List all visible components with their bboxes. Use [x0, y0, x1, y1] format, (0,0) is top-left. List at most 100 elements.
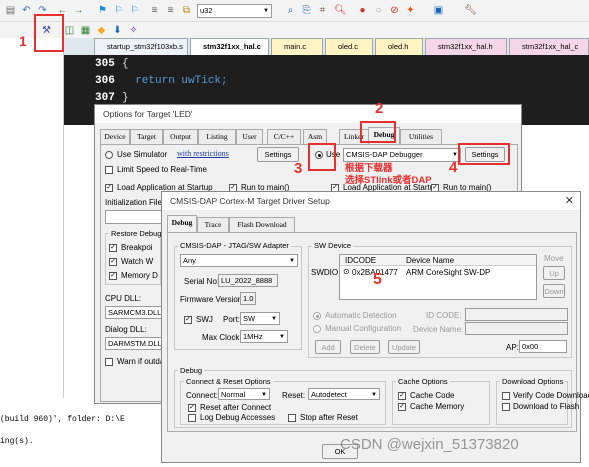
file-tab[interactable]: startup_stm32f103xb.s: [94, 38, 188, 55]
memory-checkbox[interactable]: ✓: [109, 272, 117, 280]
window-icon[interactable]: ▣: [432, 4, 445, 17]
download-flash-checkbox[interactable]: [502, 403, 510, 411]
file-tab[interactable]: oled.c: [325, 38, 373, 55]
tab-asm[interactable]: Asm: [303, 129, 327, 144]
file-tab-active[interactable]: stm32f1xx_hal.c: [190, 38, 269, 55]
tab-c-cpp[interactable]: C/C++: [267, 129, 301, 144]
init-file-input[interactable]: [105, 210, 165, 224]
warn-outdated-label: Warn if outda: [117, 357, 165, 366]
stop-after-reset-checkbox[interactable]: [288, 414, 296, 422]
delete-button[interactable]: Delete: [350, 340, 380, 354]
wrench-icon[interactable]: 🔧︎: [464, 4, 477, 17]
rebuild-icon[interactable]: ◆: [95, 24, 108, 37]
adapter-select-value: Any: [183, 256, 196, 265]
warn-outdated-checkbox[interactable]: [105, 358, 113, 366]
target-icon: ⧉: [182, 5, 191, 16]
add-button[interactable]: Add: [315, 340, 341, 354]
device-name-input[interactable]: [465, 322, 568, 335]
cpu-dll-label: CPU DLL:: [105, 294, 142, 303]
port-select[interactable]: SW ▼: [240, 312, 280, 325]
download-flash-label: Download to Flash: [513, 402, 580, 411]
manual-config-radio[interactable]: [313, 325, 321, 333]
ap-input[interactable]: 0x00: [519, 340, 567, 353]
line-number: 306: [95, 75, 115, 87]
undo-icon[interactable]: ↶: [20, 4, 33, 17]
magic-wand-icon[interactable]: ✧: [127, 24, 140, 37]
tab-device[interactable]: Device: [100, 129, 130, 144]
cpu-dll-input[interactable]: SARMCM3.DLL: [105, 306, 163, 319]
col-device-name: Device Name: [406, 256, 455, 265]
close-icon[interactable]: ✕: [565, 194, 574, 207]
device-table: IDCODE Device Name ⊙ 0x2BA01477 ARM Core…: [339, 254, 537, 300]
zoom-icon[interactable]: 🔍︎: [334, 4, 347, 17]
reset-after-connect-checkbox[interactable]: ✓: [188, 404, 196, 412]
file-tab[interactable]: stm32f1xx_hal_c: [509, 38, 589, 55]
file-tab[interactable]: oled.h: [375, 38, 423, 55]
dialog-title: Options for Target 'LED': [95, 105, 521, 123]
tab-utilities[interactable]: Utilities: [400, 129, 442, 144]
breakpoints-checkbox[interactable]: ✓: [109, 244, 117, 252]
build-icon[interactable]: ▦: [79, 24, 92, 37]
firmware-value: 1.0: [240, 292, 256, 305]
adapter-select[interactable]: Any ▼: [180, 254, 298, 267]
breakpoint-kill-icon[interactable]: ⊘: [388, 4, 401, 17]
tab-trace[interactable]: Trace: [197, 217, 229, 232]
bookmark-icon[interactable]: ⚑: [96, 4, 109, 17]
tab-target[interactable]: Target: [130, 129, 163, 144]
download-icon[interactable]: ⬇: [111, 24, 124, 37]
erase-icon[interactable]: ✦: [404, 4, 417, 17]
breakpoint-icon[interactable]: ●: [356, 4, 369, 17]
memory-label: Memory D: [121, 271, 158, 280]
tab-output[interactable]: Output: [163, 129, 198, 144]
find-icon[interactable]: ⌕: [284, 4, 297, 17]
cache-code-checkbox[interactable]: ✓: [398, 392, 406, 400]
find-in-files-icon[interactable]: ⎘: [300, 4, 313, 17]
table-row[interactable]: ⊙ 0x2BA01477 ARM CoreSight SW-DP: [340, 267, 536, 278]
forward-icon[interactable]: →: [72, 4, 85, 17]
reset-after-connect-label: Reset after Connect: [200, 403, 272, 412]
cache-memory-checkbox[interactable]: ✓: [398, 403, 406, 411]
cmsis-dap-dialog: CMSIS-DAP Cortex-M Target Driver Setup ✕…: [161, 191, 589, 463]
target-radio-icon: ⊙: [343, 267, 350, 276]
incremental-find-icon[interactable]: ⌗: [316, 4, 329, 17]
swj-checkbox[interactable]: ✓: [184, 316, 192, 324]
simulator-settings-button[interactable]: Settings: [257, 147, 299, 162]
up-button[interactable]: Up: [543, 266, 565, 280]
verify-code-checkbox[interactable]: [502, 392, 510, 400]
id-code-input[interactable]: [465, 308, 568, 321]
auto-detect-radio[interactable]: [313, 312, 321, 320]
use-simulator-radio[interactable]: [105, 151, 113, 159]
reset-select[interactable]: Autodetect ▼: [308, 388, 380, 400]
update-button[interactable]: Update: [388, 340, 420, 354]
dialog-dll-input[interactable]: DARMSTM.DLL: [105, 337, 163, 350]
translate-icon[interactable]: ◫: [63, 24, 76, 37]
reset-select-value: Autodetect: [311, 390, 347, 399]
highlight-box-use: [308, 143, 336, 171]
chevron-down-icon: ▼: [263, 8, 269, 14]
breakpoint-disable-icon[interactable]: ○: [372, 4, 385, 17]
dialog-title: CMSIS-DAP Cortex-M Target Driver Setup: [162, 192, 580, 210]
paste-icon[interactable]: ▤: [4, 4, 17, 17]
bookmark-next-icon[interactable]: ⚐: [128, 4, 141, 17]
tab-user[interactable]: User: [236, 129, 263, 144]
limit-speed-checkbox[interactable]: [105, 166, 113, 174]
outdent-icon[interactable]: ≡: [164, 4, 177, 17]
log-debug-checkbox[interactable]: [188, 414, 196, 422]
max-clock-select[interactable]: 1MHz ▼: [240, 330, 288, 343]
use-simulator-label: Use Simulator: [117, 150, 168, 159]
watch-checkbox[interactable]: ✓: [109, 258, 117, 266]
cache-memory-label: Cache Memory: [410, 402, 465, 411]
bookmark-prev-icon[interactable]: ⚐: [112, 4, 125, 17]
with-restrictions-link[interactable]: with restrictions: [177, 149, 229, 158]
tab-flash-download[interactable]: Flash Download: [229, 217, 295, 232]
tab-listing[interactable]: Listing: [198, 129, 236, 144]
indent-icon[interactable]: ≡: [148, 4, 161, 17]
down-button[interactable]: Down: [543, 284, 565, 298]
target-combo[interactable]: u32 ▼: [197, 4, 272, 18]
connect-select[interactable]: Normal ▼: [218, 388, 270, 400]
file-tab[interactable]: main.c: [271, 38, 323, 55]
connect-reset-title: Connect & Reset Options: [184, 377, 273, 386]
load-app-left-checkbox[interactable]: ✓: [105, 184, 113, 192]
file-tab[interactable]: stm32f1xx_hal.h: [425, 38, 507, 55]
tab-debug[interactable]: Debug: [167, 215, 197, 232]
